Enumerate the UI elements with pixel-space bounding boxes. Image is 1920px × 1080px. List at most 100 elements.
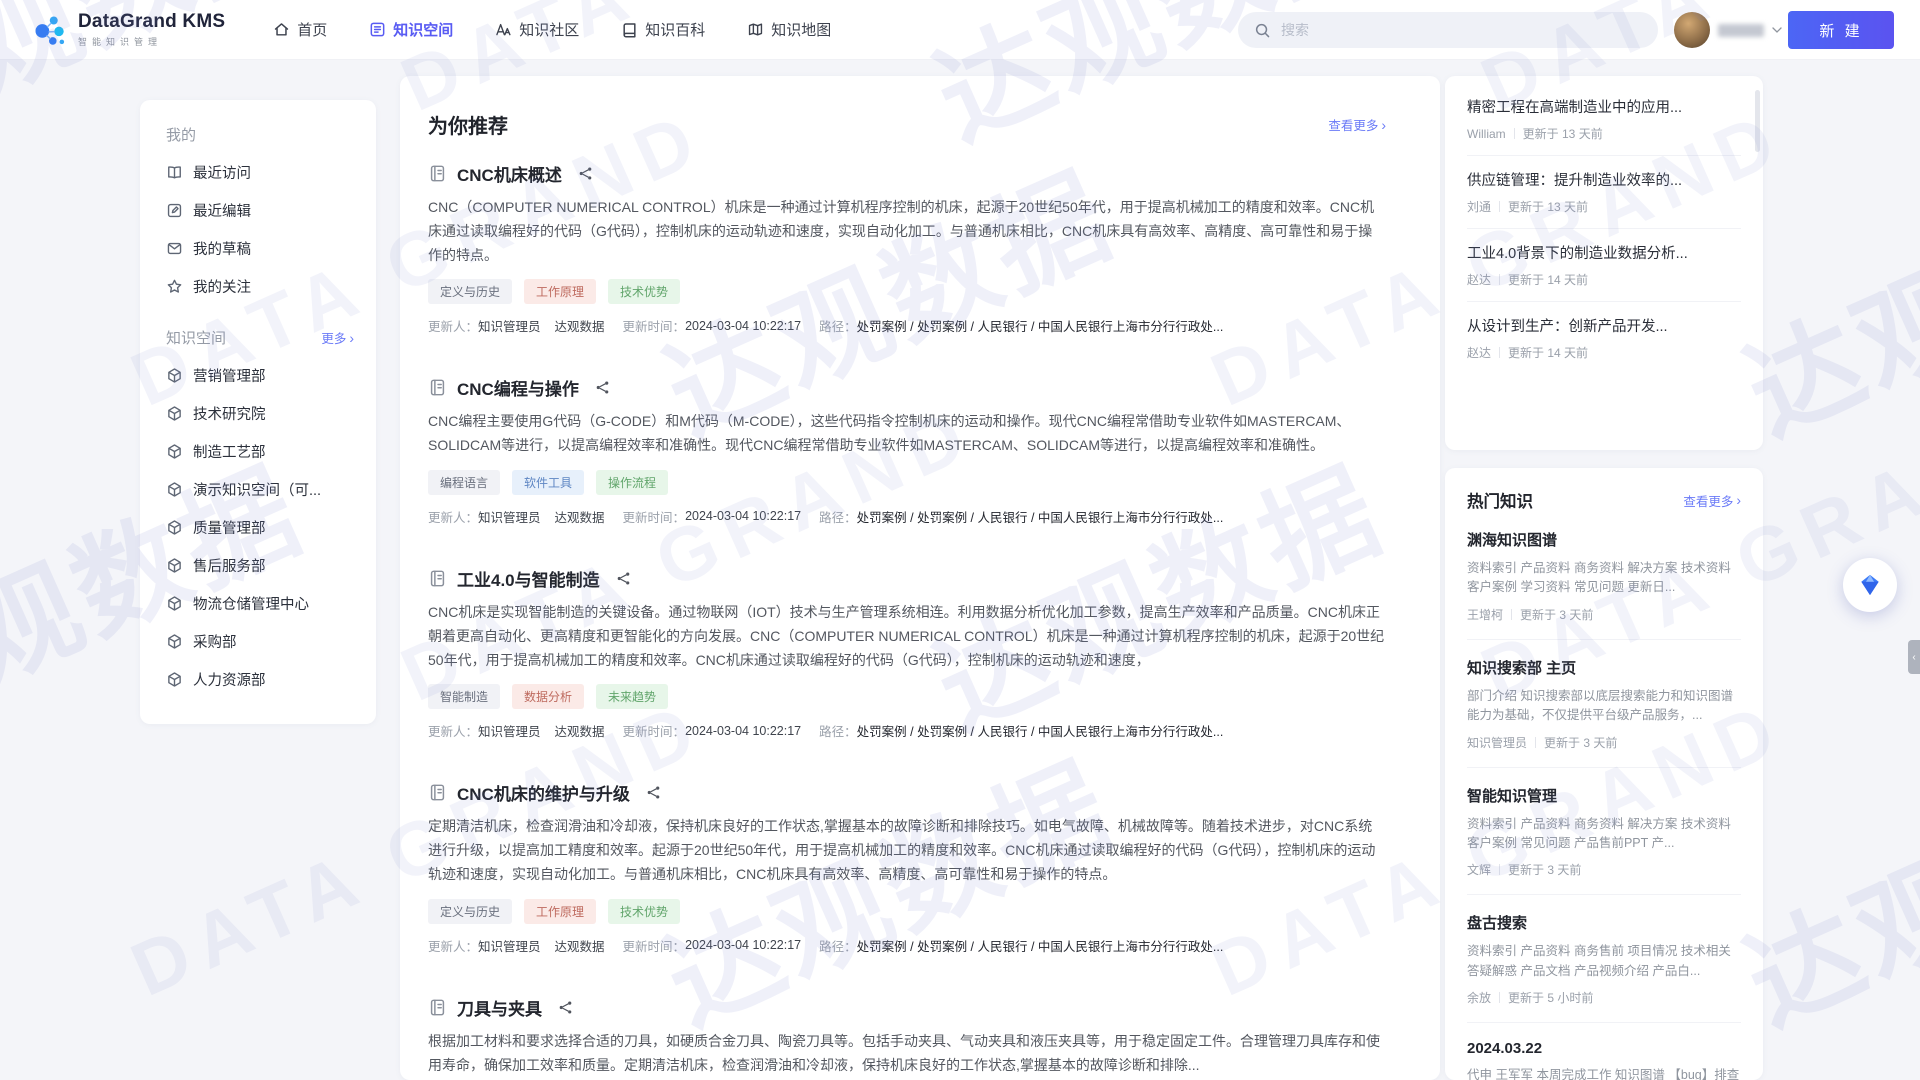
recommended-article[interactable]: 供应链管理：提升制造业效率的... 刘通 更新于 13 天前 — [1467, 155, 1741, 228]
search-placeholder: 搜索 — [1281, 20, 1309, 40]
article-tag[interactable]: 未来趋势 — [596, 684, 668, 709]
edge-collapse-handle[interactable]: ‹ — [1908, 640, 1920, 674]
hot-more-link[interactable]: 查看更多 › — [1683, 491, 1741, 510]
time-value: 2024-03-04 10:22:17 — [685, 319, 801, 333]
share-icon[interactable] — [646, 785, 661, 800]
article-tag[interactable]: 工作原理 — [524, 279, 596, 304]
updated-time: 更新于 13 天前 — [1523, 125, 1603, 142]
chevron-right-icon: › — [1736, 493, 1741, 507]
sidebar-space-item[interactable]: 质量管理部 — [166, 508, 354, 546]
article-tag[interactable]: 软件工具 — [512, 470, 584, 495]
article-tag[interactable]: 操作流程 — [596, 470, 668, 495]
recommend-more-link[interactable]: 查看更多 › — [1328, 115, 1386, 134]
article-title[interactable]: CNC机床的维护与升级 — [457, 780, 630, 805]
article-title[interactable]: CNC编程与操作 — [457, 375, 579, 400]
brand[interactable]: DataGrand KMS 智能知识管理 — [30, 11, 225, 49]
divider — [1514, 128, 1515, 139]
recommended-article[interactable]: 从设计到生产：创新产品开发... 赵达 更新于 14 天前 — [1467, 301, 1741, 374]
page-title: 为你推荐 — [428, 110, 508, 139]
sidebar-space-label: 采购部 — [193, 631, 237, 652]
article-tag[interactable]: 技术优势 — [608, 899, 680, 924]
article-title[interactable]: CNC机床概述 — [457, 161, 562, 186]
user-menu[interactable] — [1674, 12, 1782, 48]
article-tag[interactable]: 工作原理 — [524, 899, 596, 924]
nav-item[interactable]: 知识百科 — [621, 19, 705, 40]
nav-item[interactable]: 知识空间 — [369, 19, 453, 40]
sidebar-item-label: 我的关注 — [193, 276, 251, 297]
main-panel: 为你推荐 查看更多 › CNC机床概述 CNC（COMPUTER NUMERIC… — [400, 76, 1440, 1080]
nav-item[interactable]: 首页 — [273, 19, 327, 40]
article-tags: 智能制造 数据分析 未来趋势 — [428, 684, 1386, 709]
hot-knowledge-item[interactable]: 盘古搜索 资料索引 产品资料 商务售前 项目情况 技术相关 答疑解惑 产品文档 … — [1467, 895, 1741, 1023]
recommended-article[interactable]: 精密工程在高端制造业中的应用... William 更新于 13 天前 — [1467, 94, 1741, 155]
share-icon[interactable] — [578, 166, 593, 181]
nav-item[interactable]: 知识地图 — [747, 19, 831, 40]
nav-item[interactable]: 知识社区 — [495, 19, 579, 40]
sidebar-space-item[interactable]: 演示知识空间（可... — [166, 470, 354, 508]
sidebar-space-item[interactable]: 物流仓储管理中心 — [166, 584, 354, 622]
updater-label: 更新人： — [428, 721, 478, 740]
article-tag[interactable]: 定义与历史 — [428, 279, 512, 304]
recommended-article-meta: 刘通 更新于 13 天前 — [1467, 198, 1741, 215]
sidebar-space-item[interactable]: 人力资源部 — [166, 660, 354, 698]
share-icon[interactable] — [616, 571, 631, 586]
hot-item-snippet: 代申 王军军 本周完成工作 知识图谱 【bug】排查并解决由于删除图谱时数据库为… — [1467, 1066, 1741, 1080]
author: 知识管理员 — [1467, 734, 1527, 751]
assistant-button[interactable] — [1843, 558, 1897, 612]
avatar[interactable] — [1674, 12, 1710, 48]
sidebar-space-label: 制造工艺部 — [193, 441, 266, 462]
article-tag[interactable]: 定义与历史 — [428, 899, 512, 924]
share-icon[interactable] — [595, 380, 610, 395]
article-title[interactable]: 工业4.0与智能制造 — [457, 566, 600, 591]
share-icon[interactable] — [558, 1000, 573, 1015]
article-tag[interactable]: 智能制造 — [428, 684, 500, 709]
sidebar-item[interactable]: 最近编辑 — [166, 191, 354, 229]
article-path[interactable]: 处罚案例 / 处罚案例 / 人民银行 / 中国人民银行上海市分行行政处... — [857, 316, 1224, 335]
divider — [1499, 201, 1500, 212]
cube-icon — [166, 481, 183, 498]
spaces-more-link[interactable]: 更多 › — [321, 328, 354, 347]
recommended-article[interactable]: 工业4.0背景下的制造业数据分析... 赵达 更新于 14 天前 — [1467, 228, 1741, 301]
new-button[interactable]: 新 建 — [1788, 11, 1894, 49]
article-title[interactable]: 刀具与夹具 — [457, 995, 542, 1020]
sidebar-item[interactable]: 最近访问 — [166, 153, 354, 191]
sidebar-space-label: 质量管理部 — [193, 517, 266, 538]
nav-item-label: 知识地图 — [771, 19, 831, 40]
article-tag[interactable]: 技术优势 — [608, 279, 680, 304]
sidebar-space-item[interactable]: 售后服务部 — [166, 546, 354, 584]
article-path[interactable]: 处罚案例 / 处罚案例 / 人民银行 / 中国人民银行上海市分行行政处... — [857, 721, 1224, 740]
sidebar-space-item[interactable]: 营销管理部 — [166, 356, 354, 394]
sidebar-space-item[interactable]: 技术研究院 — [166, 394, 354, 432]
sidebar-space-item[interactable]: 采购部 — [166, 622, 354, 660]
sidebar-space-item[interactable]: 制造工艺部 — [166, 432, 354, 470]
article-tags: 定义与历史 工作原理 技术优势 — [428, 899, 1386, 924]
recommended-article-title: 工业4.0背景下的制造业数据分析... — [1467, 242, 1741, 263]
search-input[interactable]: 搜索 — [1238, 12, 1658, 48]
time-label: 更新时间： — [623, 721, 686, 740]
article-path[interactable]: 处罚案例 / 处罚案例 / 人民银行 / 中国人民银行上海市分行行政处... — [857, 507, 1224, 526]
article-meta: 更新人： 知识管理员 达观数据 更新时间： 2024-03-04 10:22:1… — [428, 936, 1386, 955]
document-icon — [428, 164, 447, 183]
sidebar-item-icon — [166, 278, 183, 295]
article-card: 刀具与夹具 根据加工材料和要求选择合适的刀具，如硬质合金刀具、陶瓷刀具等。包括手… — [428, 995, 1386, 1080]
hot-knowledge-item[interactable]: 智能知识管理 资料索引 产品资料 商务资料 解决方案 技术资料 客户案例 常见问… — [1467, 768, 1741, 896]
card-scrollbar-thumb[interactable] — [1755, 90, 1760, 152]
path-label: 路径： — [819, 507, 857, 526]
article-path[interactable]: 处罚案例 / 处罚案例 / 人民银行 / 中国人民银行上海市分行行政处... — [857, 936, 1224, 955]
sidebar-item-label: 最近访问 — [193, 162, 251, 183]
time-label: 更新时间： — [623, 316, 686, 335]
hot-knowledge-item[interactable]: 渊海知识图谱 资料索引 产品资料 商务资料 解决方案 技术资料 客户案例 学习资… — [1467, 512, 1741, 640]
hot-knowledge-item[interactable]: 知识搜索部 主页 部门介绍 知识搜索部以底层搜索能力和知识图谱能力为基础，不仅提… — [1467, 640, 1741, 768]
sidebar-space-label: 售后服务部 — [193, 555, 266, 576]
article-tag[interactable]: 数据分析 — [512, 684, 584, 709]
cube-icon — [166, 633, 183, 650]
article-card: CNC机床的维护与升级 定期清洁机床，检查润滑油和冷却液，保持机床良好的工作状态… — [428, 780, 1386, 954]
sidebar-item[interactable]: 我的关注 — [166, 267, 354, 305]
hot-knowledge-item[interactable]: 2024.03.22 代申 王军军 本周完成工作 知识图谱 【bug】排查并解决… — [1467, 1023, 1741, 1080]
article-tag[interactable]: 编程语言 — [428, 470, 500, 495]
updated-time: 更新于 14 天前 — [1508, 271, 1588, 288]
sidebar-item[interactable]: 我的草稿 — [166, 229, 354, 267]
recommended-article-meta: 赵达 更新于 14 天前 — [1467, 344, 1741, 361]
article-meta: 更新人： 知识管理员 达观数据 更新时间： 2024-03-04 10:22:1… — [428, 507, 1386, 526]
org-value: 达观数据 — [555, 721, 605, 740]
